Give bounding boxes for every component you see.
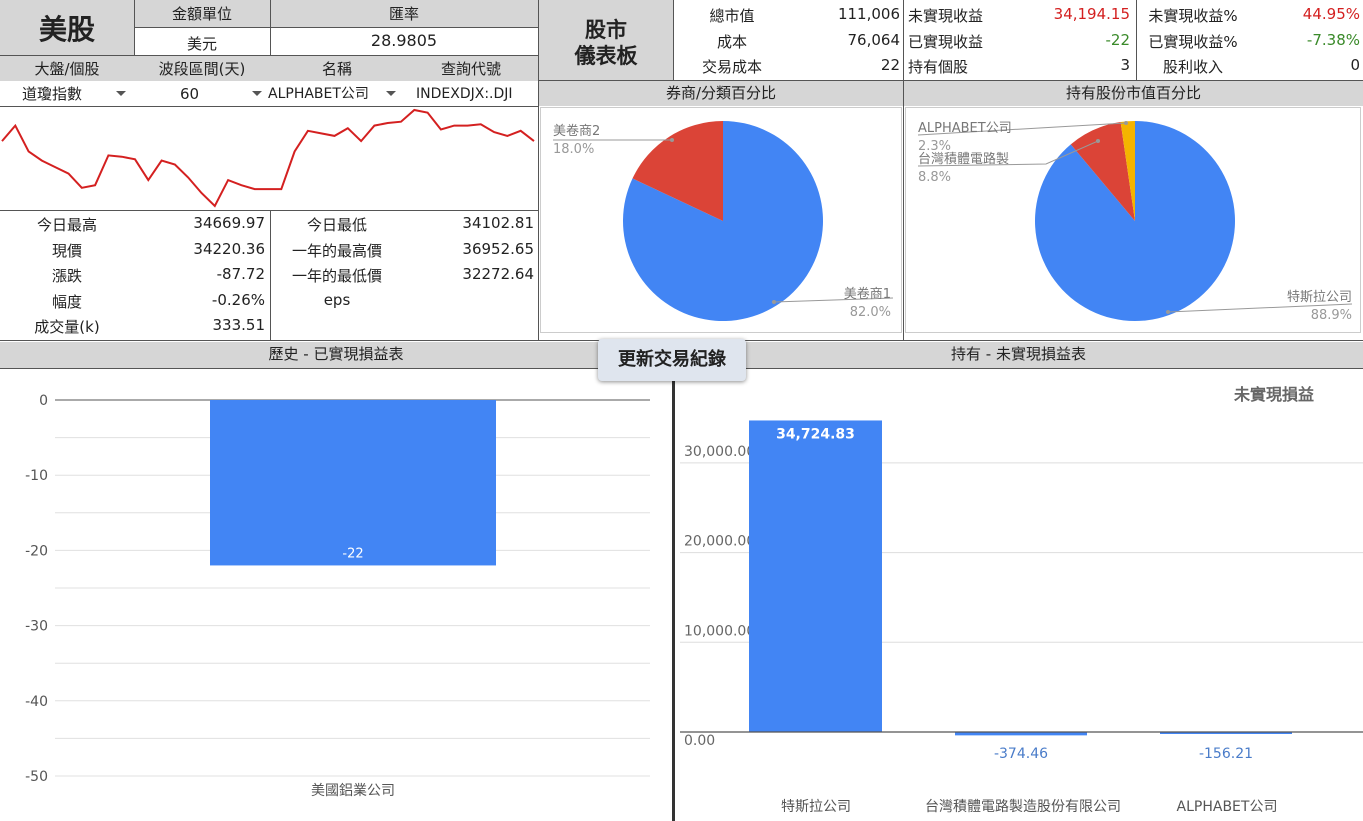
sparkline-series	[1, 108, 535, 208]
metric-label: 持有個股	[908, 58, 969, 76]
stat-value: 333.51	[212, 316, 266, 334]
name-select[interactable]: ALPHABET公司	[268, 82, 400, 106]
y-tick-label: -20	[25, 543, 48, 559]
col-header-name: 名稱	[321, 60, 352, 78]
holding-pie-chart: 特斯拉公司88.9%台灣積體電路製8.8%ALPHABET公司2.3%	[905, 107, 1361, 333]
metric-label: 交易成本	[701, 58, 762, 76]
y-tick-label: -30	[25, 619, 48, 635]
col-header-index: 大盤/個股	[34, 60, 100, 78]
col-header-days: 波段區間(天)	[158, 60, 246, 78]
metric-value: 76,064	[847, 30, 901, 49]
metric-value: 0	[1350, 56, 1360, 74]
bar	[749, 420, 882, 732]
days-select-value: 60	[180, 85, 200, 103]
unrealized-bar-chart: 0.00 10,000.00 20,000.00 30,000.00 未實現損益 34,7…	[680, 385, 1363, 815]
slice-name-label: 特斯拉公司	[1287, 290, 1352, 305]
y-tick-label: -10	[25, 468, 48, 484]
slice-name-label: ALPHABET公司	[918, 121, 1012, 136]
query-code-input[interactable]: INDEXDJX:.DJI	[416, 82, 536, 106]
metric-label: 股利收入	[1162, 58, 1223, 76]
metric-label: 已實現收益%	[1148, 32, 1238, 51]
metric-value: -22	[1105, 30, 1131, 49]
slice-percent-label: 2.3%	[918, 139, 951, 154]
stat-label: 一年的最低價	[291, 267, 382, 285]
chevron-down-icon	[252, 91, 262, 96]
x-category-label: 特斯拉公司	[781, 799, 851, 815]
y-tick-label: 30,000.00	[684, 444, 755, 460]
realized-bar-chart: 0 -10 -20 -30 -40 -50 -22 美國鋁業公司	[25, 393, 650, 799]
amount-unit-label: 金額單位	[171, 5, 232, 23]
stat-label: eps	[323, 290, 351, 309]
metric-label: 成本	[716, 32, 747, 51]
metric-value: -7.38%	[1306, 30, 1360, 49]
metric-label: 未實現收益%	[1148, 7, 1238, 25]
slice-percent-label: 8.8%	[918, 170, 951, 185]
dashboard-title-line2: 儀表板	[574, 44, 638, 68]
y-tick-label: 20,000.00	[684, 534, 755, 550]
holding-pie-title: 持有股份市值百分比	[904, 81, 1363, 106]
market-title: 美股	[38, 13, 95, 46]
name-select-value: ALPHABET公司	[268, 86, 369, 102]
days-select[interactable]: 60	[180, 82, 266, 106]
slice-percent-label: 82.0%	[850, 305, 891, 320]
realized-table-title: 歷史 - 已實現損益表	[0, 342, 672, 368]
bar-data-label: -156.21	[1199, 746, 1253, 762]
y-tick-label: 0	[39, 393, 48, 409]
col-header-code: 查詢代號	[440, 60, 501, 78]
y-tick-label: 10,000.00	[684, 623, 755, 639]
index-sparkline	[1, 108, 535, 208]
stat-label: 現價	[51, 241, 82, 260]
slice-percent-label: 18.0%	[553, 142, 594, 157]
slice-name-label: 美卷商2	[553, 123, 600, 139]
bar-data-label: -374.46	[994, 746, 1048, 762]
stat-value: 34220.36	[193, 239, 265, 258]
metric-value: 3	[1120, 56, 1130, 74]
x-category-label: 美國鋁業公司	[311, 783, 395, 799]
stat-label: 漲跌	[51, 267, 82, 285]
y-tick-label: 0.00	[684, 733, 715, 749]
stat-value: 34669.97	[193, 214, 265, 232]
broker-pie-chart: 美卷商1 82.0% 美卷商2 18.0%	[540, 107, 902, 333]
slice-name-label: 美卷商1	[844, 286, 891, 302]
bar	[210, 400, 496, 566]
metric-value: 34,194.15	[1053, 5, 1130, 23]
bar-data-label: 34,724.83	[776, 426, 855, 442]
stat-label: 幅度	[51, 292, 82, 311]
y-tick-label: -50	[25, 769, 48, 785]
index-select[interactable]: 道瓊指數	[22, 82, 132, 106]
metric-value: 22	[880, 56, 900, 74]
chevron-down-icon	[116, 91, 126, 96]
stat-value: 34102.81	[462, 214, 534, 232]
chevron-down-icon	[386, 91, 396, 96]
chart-title: 未實現損益	[1233, 385, 1314, 404]
stat-label: 今日最低	[306, 216, 367, 234]
bar-data-label: -22	[342, 546, 363, 561]
broker-pie-title: 券商/分類百分比	[539, 81, 903, 106]
exchange-rate-value[interactable]: 28.9805	[270, 31, 538, 50]
exchange-rate-label: 匯率	[388, 5, 419, 23]
metric-label: 已實現收益	[908, 32, 984, 51]
stat-label: 成交量(k)	[34, 318, 100, 336]
stat-label: 今日最高	[36, 216, 97, 234]
y-tick-label: -40	[25, 694, 48, 710]
stat-value: 36952.65	[462, 239, 534, 258]
unrealized-table-title: 持有 - 未實現損益表	[674, 342, 1363, 368]
metric-label: 總市值	[709, 7, 755, 25]
slice-percent-label: 88.9%	[1311, 308, 1352, 323]
index-select-value: 道瓊指數	[22, 85, 83, 103]
stat-value: -87.72	[216, 265, 265, 283]
stat-value: 32272.64	[462, 265, 534, 283]
update-trades-button[interactable]: 更新交易紀錄	[598, 339, 746, 381]
metric-label: 未實現收益	[908, 7, 984, 25]
stat-label: 一年的最高價	[291, 241, 382, 260]
x-category-label: 台灣積體電路製造股份有限公司	[925, 799, 1121, 815]
stat-value: -0.26%	[211, 290, 265, 309]
metric-value: 111,006	[837, 5, 900, 23]
amount-unit-value[interactable]: 美元	[134, 33, 270, 54]
x-category-label: ALPHABET公司	[1177, 799, 1278, 815]
metric-value: 44.95%	[1302, 5, 1360, 23]
